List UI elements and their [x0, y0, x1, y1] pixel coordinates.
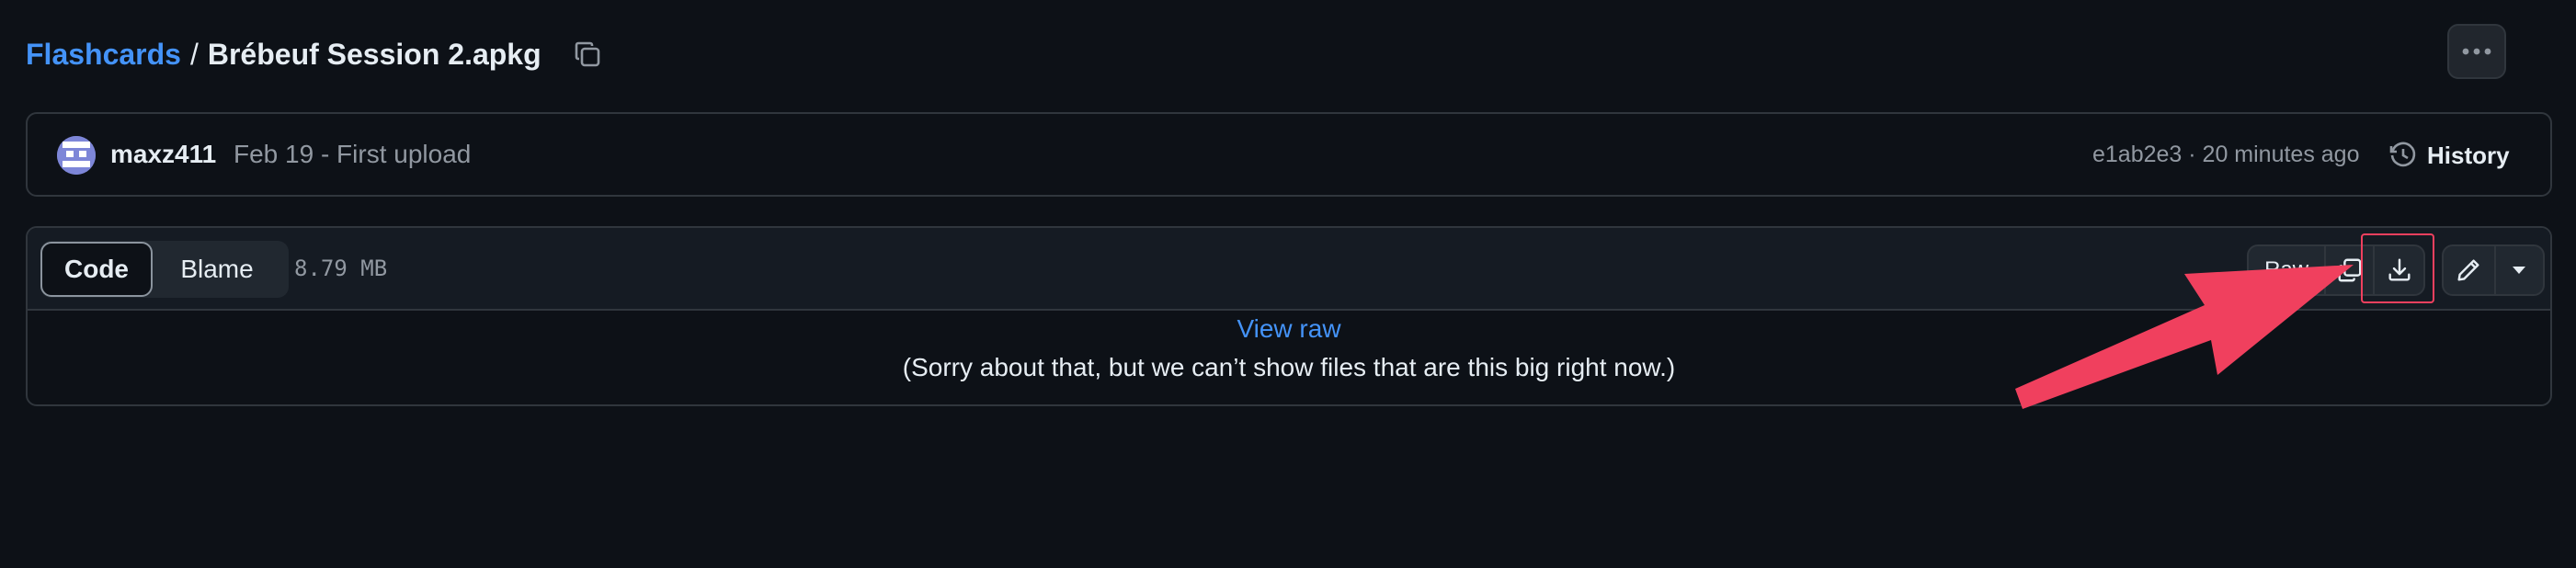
kebab-horizontal-icon: [2462, 48, 2491, 55]
copy-icon: [575, 41, 599, 67]
edit-actions-group: [2442, 244, 2545, 296]
file-name: Brébeuf Session 2.apkg: [207, 37, 541, 71]
repo-link[interactable]: Flashcards: [26, 38, 181, 72]
triangle-down-icon: [2513, 267, 2526, 274]
history-icon: [2389, 142, 2416, 167]
pointer-arrow-annotation: [2015, 265, 2354, 409]
avatar-identicon: [57, 136, 96, 175]
tab-blame[interactable]: Blame: [153, 242, 281, 297]
tab-code[interactable]: Code: [40, 242, 153, 297]
history-button[interactable]: History: [2388, 134, 2510, 176]
avatar[interactable]: [57, 136, 96, 175]
commit-message[interactable]: Feb 19 - First upload: [234, 140, 471, 169]
commit-author[interactable]: maxz411: [110, 140, 216, 169]
breadcrumb-separator: /: [189, 37, 199, 71]
edit-file-button[interactable]: [2444, 246, 2496, 294]
latest-commit-bar: maxz411 Feb 19 - First upload e1ab2e3 · …: [26, 112, 2552, 197]
breadcrumb: Flashcards / Brébeuf Session 2.apkg: [26, 31, 606, 77]
edit-dropdown-button[interactable]: [2496, 246, 2543, 294]
file-size: 8.79 MB: [294, 256, 388, 281]
commit-hash-time[interactable]: e1ab2e3 · 20 minutes ago: [2092, 142, 2360, 168]
copy-path-button[interactable]: [569, 36, 606, 73]
pencil-icon: [2457, 259, 2480, 281]
history-label: History: [2427, 141, 2510, 169]
more-options-button[interactable]: [2447, 24, 2506, 79]
view-switcher: Code Blame: [40, 241, 289, 298]
